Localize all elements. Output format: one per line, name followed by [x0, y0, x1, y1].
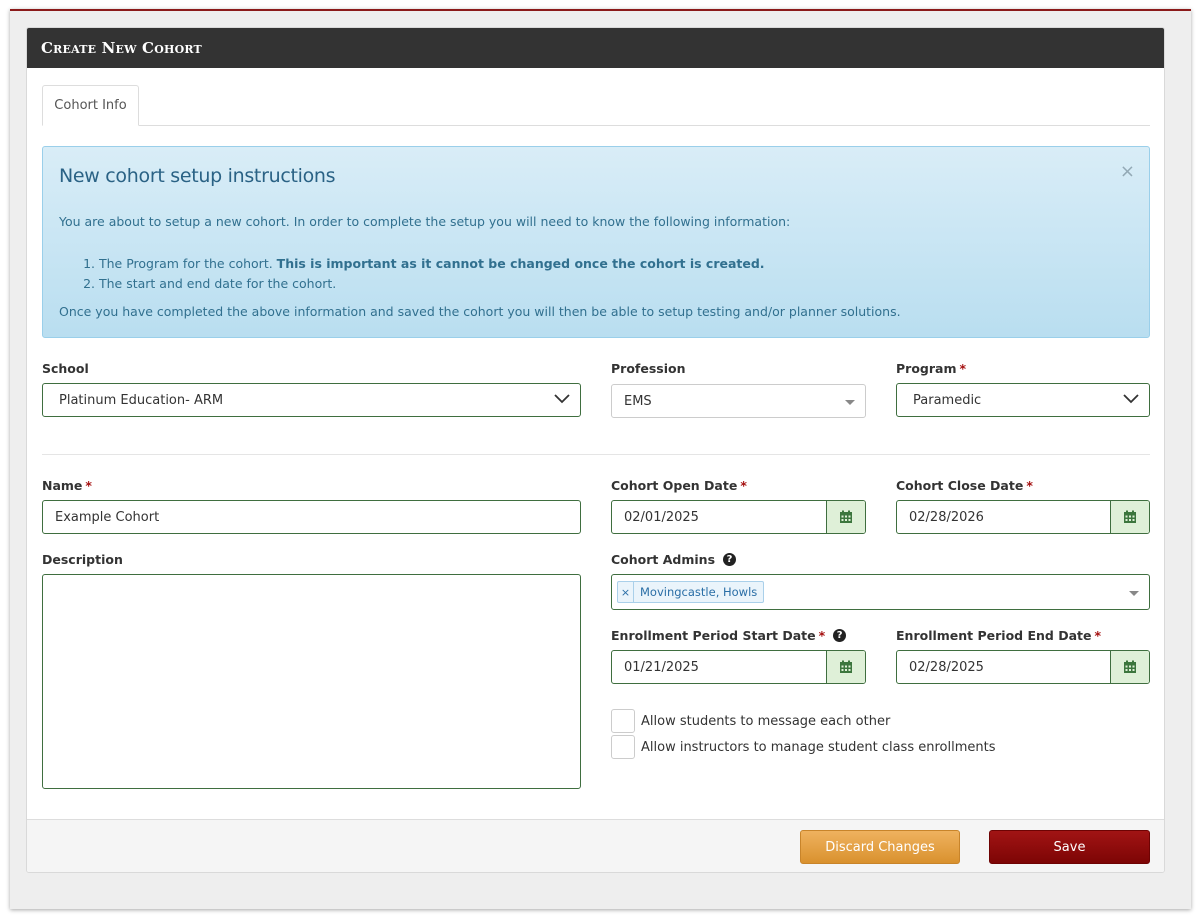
- alert-heading: New cohort setup instructions: [59, 165, 336, 187]
- calendar-icon: [840, 660, 852, 673]
- open-date-label: Cohort Open Date *: [611, 478, 747, 493]
- help-icon[interactable]: ?: [833, 629, 847, 642]
- allow-messaging-checkbox[interactable]: [611, 709, 635, 733]
- enroll-start-input[interactable]: 01/21/2025: [611, 650, 866, 684]
- school-select[interactable]: Platinum Education- ARM: [42, 383, 581, 417]
- school-value: Platinum Education- ARM: [59, 392, 224, 408]
- program-label-text: Program: [896, 361, 957, 376]
- close-date-label: Cohort Close Date *: [896, 478, 1033, 493]
- close-date-label-text: Cohort Close Date: [896, 478, 1024, 493]
- school-label: School: [42, 361, 89, 376]
- calendar-button[interactable]: [1110, 651, 1149, 683]
- checkbox-row-messaging: Allow students to message each other: [611, 709, 890, 733]
- enroll-start-label-text: Enrollment Period Start Date: [611, 628, 816, 643]
- profession-select[interactable]: EMS: [611, 384, 866, 418]
- open-date-input[interactable]: 02/01/2025: [611, 500, 866, 534]
- name-input[interactable]: Example Cohort: [42, 500, 581, 534]
- name-label-text: Name: [42, 478, 83, 493]
- section-divider: [42, 454, 1150, 455]
- alert-list-item: The start and end date for the cohort.: [99, 274, 765, 294]
- tab-bar: Cohort Info: [42, 85, 1150, 126]
- close-date-input[interactable]: 02/28/2026: [896, 500, 1150, 534]
- alert-list: The Program for the cohort. This is impo…: [59, 254, 765, 294]
- description-label-text: Description: [42, 552, 123, 567]
- discard-changes-button[interactable]: Discard Changes: [800, 830, 960, 864]
- enroll-end-label-text: Enrollment Period End Date: [896, 628, 1092, 643]
- required-marker: *: [85, 478, 92, 493]
- required-marker: *: [959, 361, 967, 376]
- save-button[interactable]: Save: [989, 830, 1150, 864]
- enroll-end-label: Enrollment Period End Date *: [896, 628, 1101, 643]
- alert-outro: Once you have completed the above inform…: [59, 304, 901, 319]
- program-select[interactable]: Paramedic: [896, 383, 1150, 417]
- program-label: Program *: [896, 361, 966, 376]
- panel-title: Create New Cohort: [41, 39, 202, 57]
- enroll-end-input[interactable]: 02/28/2025: [896, 650, 1150, 684]
- instructions-alert: New cohort setup instructions × You are …: [42, 146, 1150, 338]
- alert-intro: You are about to setup a new cohort. In …: [59, 214, 791, 229]
- admins-multiselect[interactable]: × Movingcastle, Howls: [611, 574, 1150, 610]
- calendar-button[interactable]: [1110, 501, 1149, 533]
- admins-label: Cohort Admins ?: [611, 552, 737, 567]
- alert-item-emphasis: This is important as it cannot be change…: [276, 256, 765, 271]
- calendar-icon: [1124, 510, 1136, 523]
- enroll-start-label: Enrollment Period Start Date * ?: [611, 628, 847, 643]
- required-marker: *: [1026, 478, 1033, 493]
- profession-value: EMS: [624, 393, 652, 409]
- program-value: Paramedic: [913, 392, 982, 408]
- description-label: Description: [42, 552, 123, 567]
- create-cohort-panel: Create New Cohort Cohort Info New cohort…: [26, 27, 1165, 873]
- allow-enrollments-checkbox[interactable]: [611, 735, 635, 759]
- chevron-down-icon: [1123, 394, 1139, 404]
- profession-label-text: Profession: [611, 361, 686, 376]
- calendar-icon: [1124, 660, 1136, 673]
- caret-down-icon: [845, 400, 855, 405]
- calendar-button[interactable]: [826, 651, 865, 683]
- description-textarea[interactable]: [42, 574, 581, 789]
- app-frame: Create New Cohort Cohort Info New cohort…: [10, 9, 1191, 909]
- alert-list-item: The Program for the cohort. This is impo…: [99, 254, 765, 274]
- required-marker: *: [818, 628, 826, 643]
- caret-down-icon: [1129, 591, 1139, 596]
- remove-tag-icon[interactable]: ×: [618, 582, 634, 602]
- calendar-icon: [840, 510, 852, 523]
- panel-header: Create New Cohort: [27, 28, 1164, 68]
- tab-cohort-info[interactable]: Cohort Info: [42, 85, 139, 126]
- close-icon[interactable]: ×: [1120, 163, 1135, 181]
- open-date-label-text: Cohort Open Date: [611, 478, 738, 493]
- chevron-down-icon: [554, 394, 570, 404]
- admin-tag: × Movingcastle, Howls: [617, 581, 765, 603]
- checkbox-label: Allow instructors to manage student clas…: [641, 739, 996, 755]
- calendar-button[interactable]: [826, 501, 865, 533]
- required-marker: *: [740, 478, 747, 493]
- admins-label-text: Cohort Admins: [611, 552, 716, 567]
- required-marker: *: [1094, 628, 1102, 643]
- help-icon[interactable]: ?: [723, 553, 737, 566]
- alert-item-text: The Program for the cohort.: [99, 256, 277, 271]
- name-value: Example Cohort: [55, 509, 160, 525]
- panel-footer: Discard Changes Save: [27, 819, 1164, 872]
- checkbox-label: Allow students to message each other: [641, 713, 891, 729]
- admin-tag-label: Movingcastle, Howls: [640, 585, 758, 599]
- school-label-text: School: [42, 361, 89, 376]
- checkbox-row-enrollments: Allow instructors to manage student clas…: [611, 735, 995, 759]
- profession-label: Profession: [611, 361, 685, 376]
- name-label: Name *: [42, 478, 92, 493]
